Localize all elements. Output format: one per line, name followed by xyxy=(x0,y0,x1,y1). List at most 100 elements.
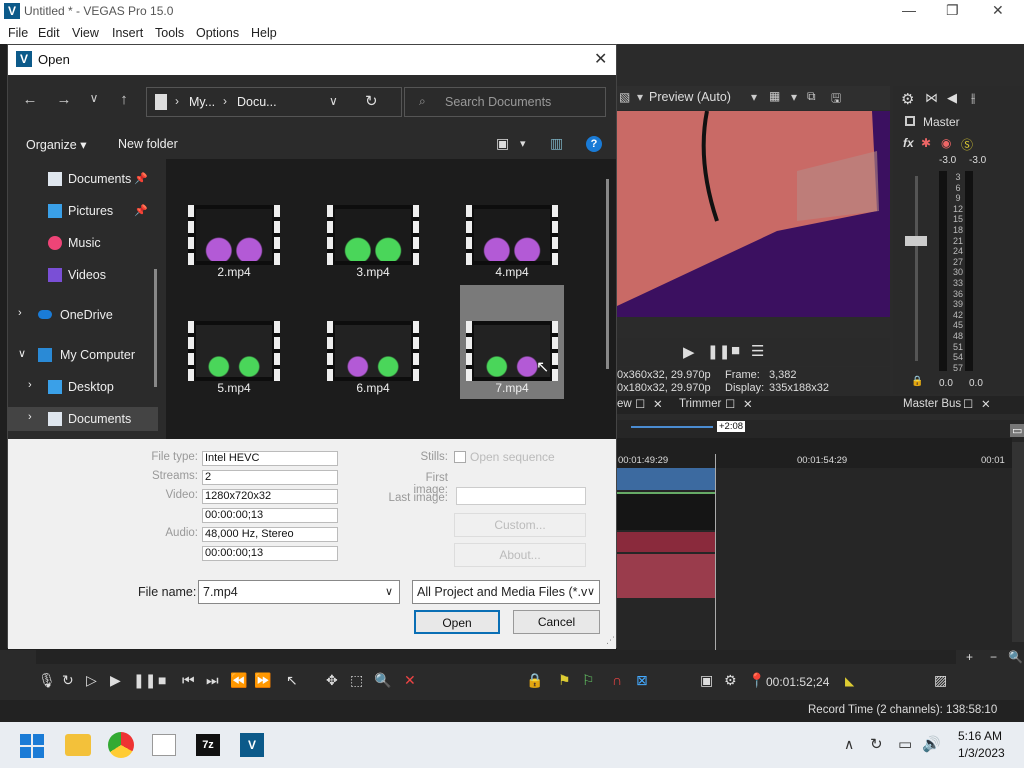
track-menu-icon[interactable]: ▭ xyxy=(1010,424,1024,437)
breadcrumb-documents[interactable]: Docu... xyxy=(237,95,277,109)
about-button[interactable]: About... xyxy=(454,543,586,567)
overlays-icon[interactable]: ▦ xyxy=(769,89,780,103)
dim-output-icon[interactable]: ◀ xyxy=(947,90,957,106)
resize-grip-icon[interactable]: ⋰ xyxy=(606,635,615,646)
lock-icon[interactable]: 🔒 xyxy=(911,376,923,387)
refresh-icon[interactable]: ↻ xyxy=(365,92,378,110)
preview-quality[interactable]: Preview (Auto) xyxy=(649,90,731,104)
image-icon[interactable]: ▨ xyxy=(934,672,947,689)
network-icon[interactable]: ▭ xyxy=(898,735,912,753)
fx-icon[interactable]: fx xyxy=(903,136,914,150)
dialog-close-icon[interactable]: ✕ xyxy=(594,49,607,69)
restore-icon[interactable]: ❐ xyxy=(946,2,959,19)
preview-menu-icon[interactable]: ☰ xyxy=(751,342,764,360)
lock-envelopes-icon[interactable]: 🔒 xyxy=(526,672,543,689)
forward-icon[interactable]: → xyxy=(52,91,76,115)
go-to-start-icon[interactable]: ⏮ xyxy=(182,672,195,689)
go-to-end-icon[interactable]: ⏭ xyxy=(206,672,219,689)
chevron-right-icon[interactable]: › xyxy=(28,411,32,423)
nav-item-pictures[interactable]: Pictures 📌 xyxy=(8,199,158,223)
nav-item-music[interactable]: Music xyxy=(8,231,158,255)
volume-fader-track[interactable] xyxy=(915,176,918,361)
filter-dropdown-icon[interactable]: ∨ xyxy=(587,585,596,598)
quality-dropdown-icon[interactable]: ▾ xyxy=(751,90,757,104)
overlays-dropdown-icon[interactable]: ▾ xyxy=(791,90,797,104)
close-tab-icon[interactable]: ✕ xyxy=(653,397,663,411)
view-dropdown-icon[interactable]: ▾ xyxy=(520,137,526,150)
menu-help[interactable]: Help xyxy=(251,26,277,40)
chevron-up-icon[interactable]: ∧ xyxy=(844,736,854,753)
back-icon[interactable]: ← xyxy=(18,91,42,115)
tab-master-bus[interactable]: Master Bus xyxy=(903,398,961,410)
chrome-icon[interactable] xyxy=(108,732,134,758)
nav-item-desktop[interactable]: › Desktop xyxy=(8,375,158,399)
file-type-filter[interactable]: All Project and Media Files (*.ve ∨ xyxy=(412,580,600,604)
close-window-icon[interactable]: ✕ xyxy=(992,2,1004,19)
chevron-right-icon[interactable]: › xyxy=(18,307,22,319)
float-trimmer-icon[interactable]: ☐ xyxy=(725,397,735,411)
7zip-icon[interactable]: 7z xyxy=(196,734,220,756)
chevron-right-icon[interactable]: › xyxy=(28,379,32,391)
cancel-button[interactable]: Cancel xyxy=(513,610,600,634)
menu-options[interactable]: Options xyxy=(196,26,239,40)
float-icon[interactable]: ☐ xyxy=(635,397,645,411)
close-trimmer-icon[interactable]: ✕ xyxy=(743,397,753,411)
zoom-out-icon[interactable]: − xyxy=(990,650,997,664)
prev-frame-icon[interactable]: ⏪ xyxy=(230,672,247,689)
audio-event-top[interactable] xyxy=(617,532,715,552)
delete-icon[interactable]: ✕ xyxy=(404,672,416,689)
nav-item-documents[interactable]: Documents 📌 xyxy=(8,167,158,191)
marker-icon[interactable]: ⚑ xyxy=(558,672,571,689)
pin-icon[interactable]: 📌 xyxy=(134,204,148,217)
video-track-header-clip[interactable] xyxy=(617,468,715,490)
clock-time[interactable]: 5:16 AM xyxy=(958,729,1002,743)
copy-snapshot-icon[interactable]: ⧉ xyxy=(807,89,816,104)
audio-waveform[interactable] xyxy=(617,554,715,598)
snap-icon[interactable]: ∩ xyxy=(612,672,622,688)
zoom-search-icon[interactable]: 🔍 xyxy=(1008,650,1023,664)
menu-edit[interactable]: Edit xyxy=(38,26,60,40)
address-bar[interactable]: › My... › Docu... ∨ ↻ xyxy=(146,87,402,117)
fx-plugin-icon[interactable]: ✱ xyxy=(921,136,931,150)
downmix-icon[interactable]: ⋈ xyxy=(925,90,938,106)
settings-icon[interactable]: ⚙ xyxy=(724,672,737,689)
menu-view[interactable]: View xyxy=(72,26,99,40)
store-icon[interactable] xyxy=(152,734,176,756)
file-name-input[interactable]: 7.mp4 ∨ xyxy=(198,580,400,604)
float-master-icon[interactable]: ☐ xyxy=(963,397,973,411)
menu-file[interactable]: File xyxy=(8,26,28,40)
volume-fader-handle[interactable] xyxy=(905,236,927,246)
last-image-field[interactable] xyxy=(456,487,586,505)
chevron-down-icon[interactable]: ∨ xyxy=(18,347,26,360)
loop-region[interactable] xyxy=(631,426,713,428)
windows-start-icon[interactable] xyxy=(20,734,44,758)
tab-video-preview[interactable]: ew xyxy=(617,398,632,410)
play-main-icon[interactable]: ▶ xyxy=(110,672,121,689)
pin-icon[interactable]: 📍 xyxy=(748,672,765,689)
loop-icon[interactable]: ↻ xyxy=(62,672,74,689)
nav-item-my-computer[interactable]: ∨ My Computer xyxy=(8,343,158,367)
volume-icon[interactable]: 🔊 xyxy=(922,735,941,753)
mixer-icon[interactable]: ⫲ xyxy=(971,90,975,106)
open-button[interactable]: Open xyxy=(414,610,500,634)
zoom-in-icon[interactable]: + xyxy=(966,650,973,664)
file-list-scrollbar[interactable] xyxy=(606,179,609,369)
mute-icon[interactable]: ◉ xyxy=(941,136,951,150)
minimize-icon[interactable]: — xyxy=(902,2,916,18)
pin-icon[interactable]: 📌 xyxy=(134,172,148,185)
external-monitor-icon[interactable]: ▧ xyxy=(619,90,630,104)
horizontal-scrollbar[interactable] xyxy=(36,650,956,664)
vegas-taskbar-icon[interactable]: V xyxy=(240,733,264,757)
nav-item-videos[interactable]: Videos xyxy=(8,263,158,287)
address-dropdown-icon[interactable]: ∨ xyxy=(329,94,338,108)
video-event[interactable] xyxy=(617,492,715,530)
menu-insert[interactable]: Insert xyxy=(112,26,143,40)
record-icon[interactable]: 🎙 xyxy=(38,672,56,689)
nav-scrollbar[interactable] xyxy=(154,269,157,387)
zoom-tool-icon[interactable]: 🔍 xyxy=(374,672,391,689)
envelope-tool-icon[interactable]: ✥ xyxy=(326,672,338,689)
tab-trimmer[interactable]: Trimmer xyxy=(679,398,721,410)
region-icon[interactable]: ⚐ xyxy=(582,672,595,689)
new-folder-button[interactable]: New folder xyxy=(118,137,178,151)
open-sequence-checkbox[interactable] xyxy=(454,451,466,463)
